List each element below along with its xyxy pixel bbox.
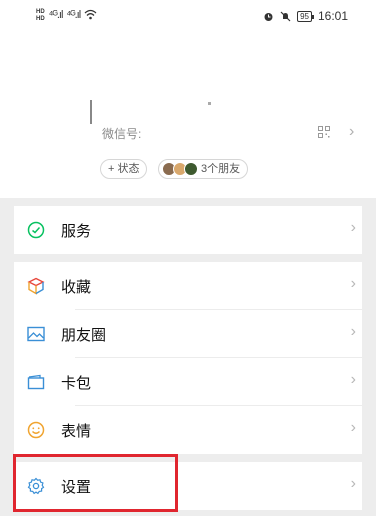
- qr-code-icon[interactable]: [318, 126, 330, 138]
- wifi-icon: [84, 9, 97, 20]
- profile-chevron-icon: ›: [349, 123, 355, 140]
- hd-indicator: HD HD: [36, 9, 45, 23]
- chevron-right-icon: ›: [350, 323, 356, 340]
- wechat-id-label: 微信号:: [102, 127, 142, 141]
- chevron-right-icon: ›: [350, 419, 356, 436]
- friends-count-label: 3个朋友: [201, 163, 241, 175]
- profile-card[interactable]: 微信号: › + 状态 3个朋友: [0, 34, 376, 198]
- menu-label-cards: 卡包: [61, 375, 92, 392]
- hd-label-2: HD: [36, 16, 45, 22]
- clock: 16:01: [317, 9, 348, 23]
- moments-image-icon: [27, 326, 45, 342]
- alarm-icon: [264, 12, 273, 21]
- menu-item-cards[interactable]: 卡包 ›: [14, 358, 362, 406]
- favorites-cube-icon: [27, 277, 45, 295]
- wallet-card-icon: [27, 374, 45, 390]
- smiley-icon: [27, 421, 45, 439]
- decorative-dot: [208, 102, 211, 105]
- menu-item-stickers[interactable]: 表情 ›: [14, 406, 362, 454]
- services-icon: [27, 221, 45, 239]
- hd-label-1: HD: [36, 9, 45, 15]
- chevron-right-icon: ›: [350, 475, 356, 492]
- menu-item-moments[interactable]: 朋友圈 ›: [14, 310, 362, 358]
- status-button-label: + 状态: [108, 163, 140, 175]
- nickname-placeholder: [36, 86, 186, 96]
- friends-status-button[interactable]: 3个朋友: [158, 159, 249, 179]
- menu-label-favorites: 收藏: [61, 279, 92, 296]
- status-bar: HD HD ⁴ᴳ.ıl ⁴ᴳ.ıl 95 16:01: [0, 0, 376, 34]
- menu-item-favorites[interactable]: 收藏 ›: [14, 262, 362, 310]
- menu-item-services[interactable]: 服务 ›: [14, 206, 362, 254]
- menu-label-moments: 朋友圈: [61, 327, 107, 344]
- status-right: 95 16:01: [263, 9, 348, 23]
- mute-icon: [280, 11, 291, 21]
- friend-avatars: [162, 162, 198, 176]
- chevron-right-icon: ›: [350, 371, 356, 388]
- settings-highlight-box: [13, 454, 178, 512]
- menu-label-services: 服务: [61, 223, 92, 240]
- add-status-button[interactable]: + 状态: [100, 159, 148, 179]
- signal-1: ⁴ᴳ.ıl: [48, 9, 64, 21]
- friend-avatar: [184, 162, 198, 176]
- menu-label-stickers: 表情: [61, 423, 92, 440]
- text-cursor: [90, 100, 92, 124]
- status-left: HD HD ⁴ᴳ.ıl ⁴ᴳ.ıl: [36, 9, 97, 23]
- chevron-right-icon: ›: [350, 219, 356, 236]
- battery-indicator: 95: [297, 10, 314, 22]
- signal-2: ⁴ᴳ.ıl: [66, 9, 81, 21]
- chevron-right-icon: ›: [350, 275, 356, 292]
